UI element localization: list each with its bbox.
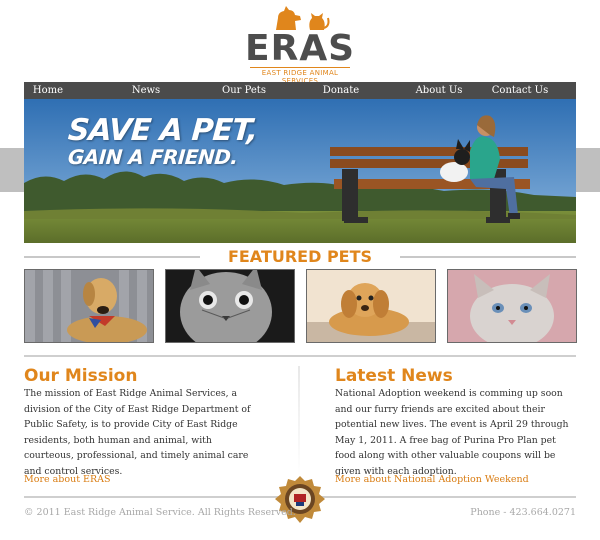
pet-photo-kitten[interactable] [447, 269, 577, 343]
column-divider [298, 366, 300, 476]
featured-pets-title: FEATURED PETS [200, 247, 400, 266]
eras-logo[interactable]: ERAS EAST RIDGE ANIMAL SERVICES [240, 4, 360, 85]
footer-copyright: © 2011 East Ridge Animal Service. All Ri… [24, 507, 296, 518]
nav-contact-us[interactable]: Contact Us [464, 82, 576, 99]
nav-home[interactable]: Home [24, 82, 72, 99]
hero-side-bar-right [576, 148, 600, 192]
logo-rule [250, 67, 350, 68]
more-about-adoption-weekend-link[interactable]: More about National Adoption Weekend [335, 474, 529, 485]
pet-photo-cat[interactable] [165, 269, 295, 343]
cat-photo-icon [166, 270, 294, 342]
puppy-photo-icon [307, 270, 435, 342]
nav-our-pets[interactable]: Our Pets [220, 82, 268, 99]
mission-body: The mission of East Ridge Animal Service… [24, 388, 251, 477]
kitten-photo-icon [448, 270, 576, 342]
main-nav: Home News Our Pets Donate About Us Conta… [24, 82, 576, 99]
news-body: National Adoption weekend is comming up … [335, 388, 569, 477]
logo-wordmark: ERAS [245, 28, 356, 69]
nav-news[interactable]: News [72, 82, 220, 99]
hero-side-bar-left [0, 148, 24, 192]
hero-banner: SAVE A PET, GAIN A FRIEND. [24, 99, 576, 243]
hero-headline-line1: SAVE A PET, [66, 113, 259, 148]
nav-donate[interactable]: Donate [268, 82, 414, 99]
news-title: Latest News [335, 366, 453, 386]
nav-about-us[interactable]: About Us [414, 82, 464, 99]
more-about-eras-link[interactable]: More about ERAS [24, 474, 111, 485]
dog-photo-icon [25, 270, 153, 342]
hero-headline-line2: GAIN A FRIEND. [67, 145, 239, 169]
mission-title: Our Mission [24, 366, 138, 386]
pet-photo-dog[interactable] [24, 269, 154, 343]
pet-photo-puppy[interactable] [306, 269, 436, 343]
footer-phone: Phone - 423.664.0271 [470, 507, 576, 518]
section-divider [24, 355, 576, 357]
